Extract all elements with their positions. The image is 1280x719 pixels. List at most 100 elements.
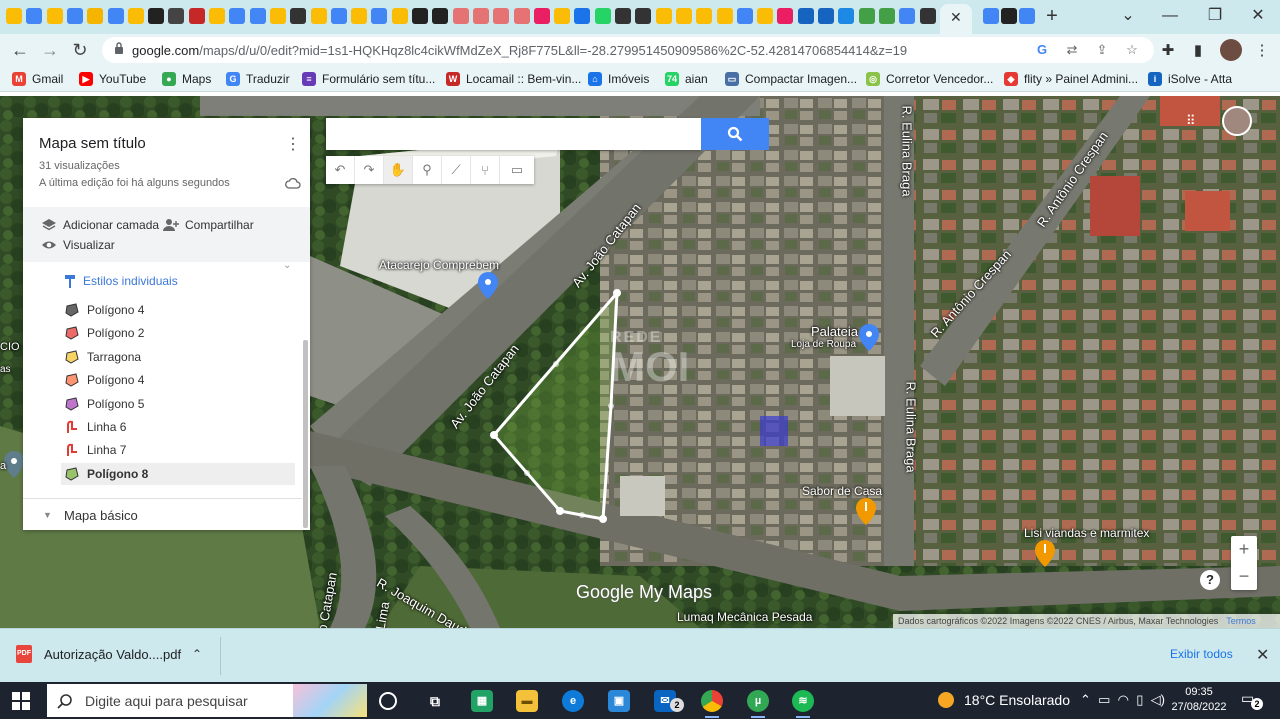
tab-favicon[interactable] [1001, 8, 1017, 24]
google-lens-icon[interactable]: G [1034, 42, 1050, 58]
tab-favicon[interactable] [188, 8, 205, 24]
tab-favicon[interactable] [716, 8, 733, 24]
tab-favicon[interactable] [675, 8, 692, 24]
draw-line-icon[interactable]: ⟋ [442, 156, 471, 184]
tab-favicon[interactable] [209, 8, 225, 24]
layer-item[interactable]: Polígono 4 [61, 299, 295, 321]
tab-favicon[interactable] [290, 8, 307, 24]
hand-select-icon[interactable]: ✋ [384, 156, 413, 184]
store-icon[interactable]: ▣ [608, 690, 630, 712]
bookmark-6[interactable]: W Locamail :: Bem-vin... [446, 71, 581, 87]
bookmark-5[interactable]: ≡ Formulário sem títu... [302, 71, 435, 87]
bookmark-1[interactable]: M Gmail [12, 71, 63, 87]
tab-favicon[interactable] [736, 8, 753, 24]
redo-icon[interactable]: ↷ [355, 156, 384, 184]
tab-favicon[interactable] [452, 8, 469, 24]
poi-lisi-label[interactable]: Lisi viandas e marmitex [1024, 526, 1149, 540]
tab-favicon[interactable] [148, 8, 165, 24]
tab-favicon[interactable] [168, 8, 185, 24]
map-search-button[interactable] [701, 118, 769, 150]
bookmark-10[interactable]: ◎ Corretor Vencedor... [866, 71, 993, 87]
tab-favicon[interactable] [269, 8, 286, 24]
tab-favicon[interactable] [797, 8, 814, 24]
taskbar-search-input[interactable]: Digite aqui para pesquisar [47, 684, 367, 717]
notification-center-icon[interactable]: ▭ 2 [1241, 690, 1263, 710]
tab-favicon[interactable] [838, 8, 855, 24]
panel-scrollbar[interactable] [302, 262, 310, 530]
individual-styles-link[interactable]: Estilos individuais [65, 274, 178, 288]
layer-item[interactable]: Polígono 2 [61, 322, 295, 344]
account-avatar[interactable] [1222, 106, 1252, 136]
tab-favicon[interactable] [899, 8, 916, 24]
tab-favicon[interactable] [87, 8, 104, 24]
bookmark-12[interactable]: i iSolve - Atta [1148, 71, 1232, 87]
poi-sabor-label[interactable]: Sabor de Casa [802, 484, 882, 498]
tab-favicon[interactable] [330, 8, 347, 24]
excel-icon[interactable]: ▦ [471, 690, 493, 712]
tab-favicon[interactable] [310, 8, 327, 24]
base-map-section[interactable]: ▼ Mapa básico [23, 498, 302, 530]
file-explorer-icon[interactable]: ▬ [516, 690, 538, 712]
tab-favicon[interactable] [818, 8, 834, 24]
tab-favicon[interactable] [594, 8, 611, 24]
tab-favicon[interactable] [107, 8, 124, 24]
tab-favicon[interactable] [229, 8, 246, 24]
bookmark-2[interactable]: ▶ YouTube [79, 71, 146, 87]
extensions-icon[interactable]: ✚ [1158, 41, 1178, 61]
edge-icon[interactable]: e [562, 690, 584, 712]
tab-favicon[interactable] [432, 8, 449, 24]
address-bar[interactable]: google.com/maps/d/u/0/edit?mid=1s1-HQKHq… [102, 37, 1154, 63]
reload-button[interactable]: ↻ [68, 38, 92, 62]
tab-favicon[interactable] [777, 8, 794, 24]
tab-favicon[interactable] [878, 8, 895, 24]
lock-icon[interactable] [114, 42, 124, 54]
add-layer-button[interactable]: Adicionar camada [41, 218, 159, 232]
layer-item[interactable]: Polígono 5 [61, 393, 295, 415]
share-button[interactable]: Compartilhar [163, 218, 254, 232]
profile-avatar[interactable] [1220, 39, 1242, 61]
tab-favicon[interactable] [391, 8, 408, 24]
new-tab-button[interactable]: + [1040, 4, 1064, 28]
tab-favicon[interactable] [6, 8, 22, 24]
undo-icon[interactable]: ↶ [326, 156, 355, 184]
layer-item[interactable]: Polígono 4 [61, 369, 295, 391]
bookmark-7[interactable]: ⌂ Imóveis [588, 71, 649, 87]
poi-atacarejo-label[interactable]: Atacarejo Comprebem [379, 258, 499, 272]
zoom-in-button[interactable]: + [1231, 536, 1257, 563]
url-text[interactable]: google.com/maps/d/u/0/edit?mid=1s1-HQKHq… [132, 43, 907, 58]
tab-search-icon[interactable]: ⌄ [1108, 4, 1148, 28]
zoom-out-button[interactable]: − [1231, 563, 1257, 590]
apps-grid-icon[interactable]: ⠿ [1186, 113, 1200, 128]
more-options-icon[interactable]: ⋮ [285, 134, 301, 154]
download-item[interactable]: PDF Autorização Valdo....pdf [16, 645, 181, 663]
tab-favicon[interactable] [472, 8, 489, 24]
poi-lumaq-label[interactable]: Lumaq Mecânica Pesada [677, 610, 812, 624]
bookmark-8[interactable]: 74 aian [665, 71, 708, 87]
tab-favicon[interactable] [696, 8, 713, 24]
expand-chevron-icon[interactable]: ▼ [43, 510, 53, 520]
show-all-downloads-link[interactable]: Exibir todos [1170, 647, 1233, 661]
add-marker-icon[interactable]: ⚲ [413, 156, 442, 184]
minimize-button[interactable]: — [1150, 4, 1190, 28]
active-tab[interactable]: ✕ [940, 4, 972, 34]
tab-favicon[interactable] [26, 8, 43, 24]
tab-favicon[interactable] [554, 8, 571, 24]
tab-favicon[interactable] [493, 8, 510, 24]
utorrent-icon[interactable]: µ [747, 690, 769, 718]
share-icon[interactable]: ⇪ [1094, 42, 1110, 58]
windows-start-icon[interactable] [12, 692, 30, 710]
terms-link[interactable]: Termos [1226, 616, 1256, 626]
translate-page-icon[interactable]: ⇄ [1064, 42, 1080, 58]
back-button[interactable]: ← [8, 38, 32, 62]
tab-favicon[interactable] [371, 8, 388, 24]
tab-favicon[interactable] [858, 8, 875, 24]
add-directions-icon[interactable]: ⑂ [471, 156, 500, 184]
tab-favicon[interactable] [46, 8, 63, 24]
tab-favicon[interactable] [533, 8, 550, 24]
layer-item[interactable]: Linha 6 [61, 416, 295, 438]
layer-item[interactable]: Linha 7 [61, 439, 295, 461]
poi-palateia-label[interactable]: Palateia [811, 324, 858, 339]
close-window-button[interactable]: ✕ [1238, 4, 1278, 28]
map-search-input[interactable] [326, 118, 701, 150]
tab-favicon[interactable] [249, 8, 266, 24]
